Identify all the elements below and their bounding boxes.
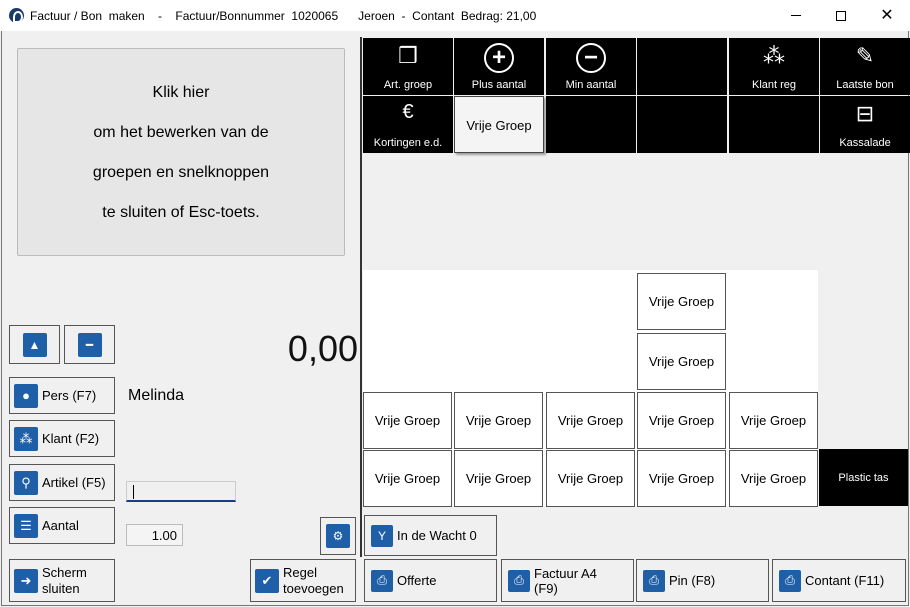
group-button[interactable]: Vrije Groep: [637, 273, 726, 330]
scherm-sluiten-button[interactable]: ➜ Scherm sluiten: [9, 559, 115, 602]
group-button[interactable]: Vrije Groep: [454, 392, 543, 449]
minimize-button[interactable]: [773, 0, 819, 31]
cocktail-icon: Y: [371, 524, 393, 547]
group-button[interactable]: Vrije Groep: [637, 450, 726, 507]
min-aantal-tile[interactable]: − Min aantal: [546, 38, 636, 95]
edit-mode-panel[interactable]: Klik hier om het bewerken van de groepen…: [17, 48, 345, 256]
aantal-button[interactable]: ☰ Aantal: [9, 507, 115, 544]
empty-tile[interactable]: [729, 96, 819, 153]
group-button[interactable]: Vrije Groep: [729, 392, 818, 449]
hand-coin-icon: €: [402, 101, 414, 123]
remove-line-button[interactable]: ━: [64, 325, 115, 364]
contant-label: Contant (F11): [805, 573, 885, 588]
cash-drawer-icon: ⊟: [855, 101, 875, 126]
receipt-icon: ✎: [855, 43, 875, 68]
group-button[interactable]: Vrije Groep: [729, 450, 818, 507]
group-button[interactable]: Vrije Groep: [546, 392, 635, 449]
empty-tile[interactable]: [637, 96, 727, 153]
empty-tile[interactable]: [546, 96, 636, 153]
regel-toevoegen-button[interactable]: ✔ Regel toevoegen: [250, 559, 356, 602]
minus-circle-icon: −: [576, 43, 606, 73]
checkmark-icon: ✔: [255, 568, 279, 593]
group-button[interactable]: Vrije Groep: [637, 392, 726, 449]
kassalade-tile[interactable]: ⊟ Kassalade: [820, 96, 910, 153]
klant-button[interactable]: ⁂ Klant (F2): [9, 420, 115, 457]
printer-icon: ⎙: [779, 569, 801, 592]
artikel-label: Artikel (F5): [42, 474, 106, 490]
regel-toevoegen-label: Regel toevoegen: [283, 564, 344, 596]
tile-label: Laatste bon: [836, 79, 894, 91]
tile-label: Kassalade: [839, 137, 891, 149]
laatste-bon-tile[interactable]: ✎ Laatste bon: [820, 38, 910, 95]
window-title: Factuur / Bon maken - Factuur/Bonnummer …: [30, 9, 537, 23]
total-amount: 0,00: [287, 328, 358, 369]
art-groep-tile[interactable]: ❒ Art. groep: [363, 38, 453, 95]
plastic-tas-button[interactable]: Plastic tas: [819, 449, 908, 506]
printer-icon: ⎙: [371, 569, 393, 592]
tile-label: Art. groep: [383, 79, 433, 91]
artikel-input[interactable]: [126, 481, 236, 502]
in-de-wacht-button[interactable]: Y In de Wacht 0: [364, 515, 497, 556]
group-button[interactable]: Vrije Groep: [546, 450, 635, 507]
aantal-label: Aantal: [42, 517, 79, 533]
group-button[interactable]: Vrije Groep: [454, 450, 543, 507]
offerte-button[interactable]: ⎙ Offerte: [364, 559, 497, 602]
aantal-field[interactable]: 1.00: [126, 524, 183, 546]
group-icon: ⁂: [763, 43, 785, 68]
pin-label: Pin (F8): [669, 573, 716, 588]
search-icon: ⚲: [14, 470, 38, 495]
klant-label: Klant (F2): [42, 430, 100, 446]
app-logo-icon: [9, 8, 24, 23]
info-line: om het bewerken van de: [93, 124, 269, 141]
plus-circle-icon: +: [484, 43, 514, 73]
boxes-icon: ❒: [398, 43, 418, 68]
tile-label: Kortingen e.d.: [373, 137, 443, 149]
pers-button[interactable]: ● Pers (F7): [9, 377, 115, 414]
info-line: te sluiten of Esc-toets.: [102, 204, 260, 221]
pers-label: Pers (F7): [42, 387, 97, 403]
person-icon: ●: [14, 383, 38, 408]
group-button[interactable]: Vrije Groep: [363, 450, 452, 507]
tile-label: Klant reg: [751, 79, 797, 91]
group-button[interactable]: Vrije Groep: [637, 333, 726, 390]
pers-value: Melinda: [128, 387, 185, 404]
tile-label: Plus aantal: [471, 79, 527, 91]
empty-tile[interactable]: [637, 38, 727, 95]
gears-icon: ⚙: [326, 524, 350, 548]
factuur-a4-label: Factuur A4 (F9): [534, 565, 597, 596]
title-bar: Factuur / Bon maken - Factuur/Bonnummer …: [0, 0, 910, 31]
vertical-divider[interactable]: [360, 37, 362, 557]
klant-reg-tile[interactable]: ⁂ Klant reg: [729, 38, 819, 95]
tile-label: Vrije Groep: [466, 118, 532, 133]
artikel-button[interactable]: ⚲ Artikel (F5): [9, 464, 115, 501]
people-icon: ⁂: [14, 426, 38, 451]
plus-aantal-tile[interactable]: + Plus aantal: [454, 38, 544, 95]
list-icon: ☰: [14, 513, 38, 538]
factuur-a4-button[interactable]: ⎙ Factuur A4 (F9): [501, 559, 634, 602]
minus-icon: ━: [77, 332, 102, 357]
tile-label: Min aantal: [565, 79, 617, 91]
in-de-wacht-label: In de Wacht 0: [397, 528, 477, 543]
printer-icon: ⎙: [643, 569, 665, 592]
group-button[interactable]: Vrije Groep: [363, 392, 452, 449]
settings-button[interactable]: ⚙: [320, 517, 356, 555]
printer-icon: ⎙: [508, 569, 530, 592]
vrije-groep-tile[interactable]: Vrije Groep: [454, 96, 544, 153]
maximize-button[interactable]: [818, 0, 864, 31]
scherm-sluiten-label: Scherm sluiten: [42, 564, 87, 596]
close-button[interactable]: ✕: [864, 0, 910, 31]
exit-icon: ➜: [14, 568, 38, 593]
kortingen-tile[interactable]: € Kortingen e.d.: [363, 96, 453, 153]
minimize-icon: [791, 15, 801, 16]
offerte-label: Offerte: [397, 573, 437, 588]
info-line: Klik hier: [152, 84, 210, 101]
close-icon: ✕: [880, 6, 894, 24]
info-line: groepen en snelknoppen: [92, 164, 270, 181]
triangle-up-icon: ▲: [22, 332, 47, 357]
scroll-up-button[interactable]: ▲: [9, 325, 60, 364]
contant-button[interactable]: ⎙ Contant (F11): [772, 559, 906, 602]
pin-button[interactable]: ⎙ Pin (F8): [636, 559, 769, 602]
maximize-icon: [836, 10, 846, 21]
